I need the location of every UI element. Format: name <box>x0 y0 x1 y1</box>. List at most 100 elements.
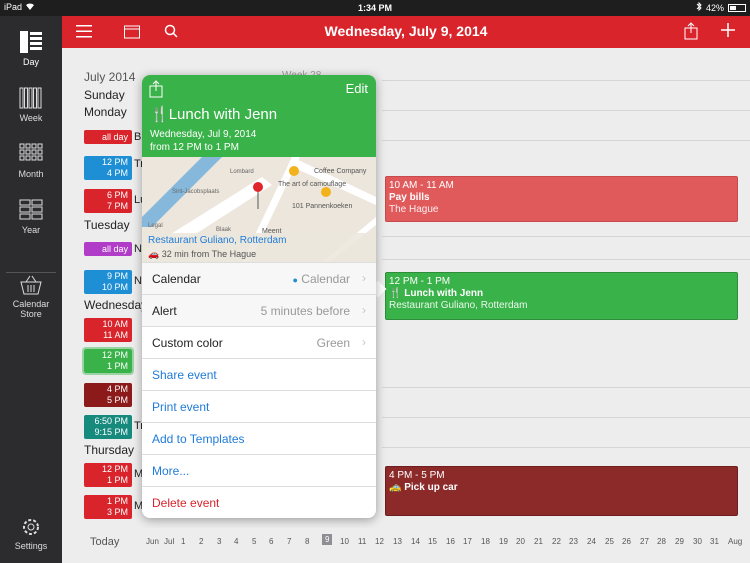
date-tick[interactable]: 26 <box>622 537 631 546</box>
date-tick[interactable]: 17 <box>463 537 472 546</box>
sidebar-item-week[interactable]: Week <box>0 86 62 123</box>
date-tick[interactable]: 5 <box>252 537 256 546</box>
sidebar-item-settings[interactable]: Settings <box>0 516 62 551</box>
sidebar-item-day[interactable]: Day <box>0 30 62 67</box>
event-time-badge[interactable]: 6 PM 7 PM <box>84 189 132 213</box>
date-tick[interactable]: 15 <box>428 537 437 546</box>
today-button[interactable]: Today <box>90 536 119 548</box>
calendar-dot-icon: ● <box>292 275 298 285</box>
event-title: N <box>134 243 142 255</box>
event-pick-up-car[interactable]: 4 PM - 5 PM 🚕 Pick up car <box>385 466 738 516</box>
date-tick[interactable]: Aug <box>728 537 742 546</box>
share-icon[interactable] <box>149 80 163 103</box>
sidebar-item-label: Year <box>21 225 41 235</box>
sidebar-item-calendar-store[interactable]: Calendar Store <box>0 274 62 319</box>
hour-line <box>382 110 750 111</box>
event-time-badge[interactable]: 1 PM 3 PM <box>84 495 132 519</box>
date-tick[interactable]: 14 <box>411 537 420 546</box>
edit-button[interactable]: Edit <box>346 81 368 96</box>
event-time-badge[interactable]: 10 AM 11 AM <box>84 318 132 342</box>
event-time-badge[interactable]: 6:50 PM 9:15 PM <box>84 415 132 439</box>
date-tick[interactable]: 31 <box>710 537 719 546</box>
map-label: The art of camouflage <box>278 181 346 188</box>
date-tick[interactable]: 21 <box>534 537 543 546</box>
day-label: Wednesday <box>84 298 148 312</box>
sidebar-item-month[interactable]: Month <box>0 142 62 179</box>
location-map[interactable]: Coffee Company The art of camouflage 101… <box>142 157 376 262</box>
date-tick[interactable]: 9 <box>322 534 333 545</box>
bluetooth-icon <box>696 1 702 13</box>
date-tick[interactable]: 30 <box>693 537 702 546</box>
sidebar-item-label: Month <box>18 169 44 179</box>
share-event-button[interactable]: Share event <box>152 368 217 382</box>
date-tick[interactable]: 19 <box>499 537 508 546</box>
date-tick[interactable]: 10 <box>340 537 349 546</box>
month-label: July 2014 <box>84 70 136 84</box>
event-time-badge[interactable]: all day <box>84 130 132 144</box>
date-tick[interactable]: 3 <box>217 537 221 546</box>
date-tick[interactable]: 2 <box>199 537 203 546</box>
more-button[interactable]: More... <box>152 464 189 478</box>
share-icon[interactable] <box>684 22 698 45</box>
date-tick[interactable]: 27 <box>640 537 649 546</box>
date-tick[interactable]: Jul <box>164 537 174 546</box>
day-label: Tuesday <box>84 218 130 232</box>
sidebar-divider <box>6 272 56 273</box>
row-value: Calendar <box>301 272 350 286</box>
row-value: Green <box>316 336 350 350</box>
hour-line <box>382 387 750 388</box>
date-tick[interactable]: 6 <box>269 537 273 546</box>
event-lunch-with-jenn[interactable]: 12 PM - 1 PM 🍴 Lunch with Jenn Restauran… <box>385 272 738 320</box>
date-tick[interactable]: Jun <box>146 537 159 546</box>
date-tick[interactable]: 7 <box>287 537 291 546</box>
week-view-icon <box>19 87 42 109</box>
date-tick[interactable]: 29 <box>675 537 684 546</box>
delete-event-row[interactable]: Delete event <box>142 486 376 518</box>
more-row[interactable]: More... <box>142 454 376 486</box>
date-tick[interactable]: 18 <box>481 537 490 546</box>
date-tick[interactable]: 1 <box>181 537 185 546</box>
event-time-badge[interactable]: 12 PM 4 PM <box>84 156 132 180</box>
event-time-badge[interactable]: 4 PM 5 PM <box>84 383 132 407</box>
event-time-badge[interactable]: all day <box>84 242 132 256</box>
date-tick[interactable]: 4 <box>234 537 238 546</box>
event-time-badge[interactable]: 12 PM 1 PM <box>82 347 134 375</box>
add-to-templates-row[interactable]: Add to Templates <box>142 422 376 454</box>
event-time: 10 AM - 11 AM <box>389 180 454 191</box>
print-event-button[interactable]: Print event <box>152 400 209 414</box>
delete-event-button[interactable]: Delete event <box>152 496 219 510</box>
share-event-row[interactable]: Share event <box>142 358 376 390</box>
date-tick[interactable]: 13 <box>393 537 402 546</box>
map-label: 101 Pannenkoeken <box>292 203 352 210</box>
sidebar: Day Week Month Year Calendar Store Setti… <box>0 16 62 563</box>
event-pay-bills[interactable]: 10 AM - 11 AM Pay bills The Hague <box>385 176 738 222</box>
store-basket-icon <box>20 275 42 295</box>
alert-row[interactable]: Alert 5 minutes before › <box>142 294 376 326</box>
date-tick[interactable]: 23 <box>569 537 578 546</box>
date-tick[interactable]: 11 <box>358 537 366 546</box>
print-event-row[interactable]: Print event <box>142 390 376 422</box>
popover-title: Lunch with Jenn <box>168 106 278 123</box>
popover-date: Wednesday, Jul 9, 2014 <box>150 129 257 140</box>
date-tick[interactable]: 25 <box>605 537 614 546</box>
date-tick[interactable]: 12 <box>375 537 384 546</box>
date-tick[interactable]: 22 <box>552 537 561 546</box>
row-label: Calendar <box>152 272 201 286</box>
custom-color-row[interactable]: Custom color Green › <box>142 326 376 358</box>
event-time-badge[interactable]: 12 PM 1 PM <box>84 463 132 487</box>
add-icon[interactable] <box>720 22 736 43</box>
event-location: Restaurant Guliano, Rotterdam <box>389 300 528 311</box>
date-tick[interactable]: 8 <box>305 537 309 546</box>
add-to-templates-button[interactable]: Add to Templates <box>152 432 245 446</box>
date-tick[interactable]: 20 <box>516 537 525 546</box>
event-title: B <box>134 131 142 143</box>
calendar-row[interactable]: Calendar ● Calendar › <box>142 262 376 294</box>
event-time-badge[interactable]: 9 PM 10 PM <box>84 270 132 294</box>
date-tick[interactable]: 16 <box>446 537 455 546</box>
date-tick[interactable]: 28 <box>657 537 666 546</box>
page-title: Wednesday, July 9, 2014 <box>324 23 488 39</box>
sidebar-item-label: Calendar Store <box>12 299 50 319</box>
date-tick[interactable]: 24 <box>587 537 596 546</box>
map-place-link[interactable]: Restaurant Guliano, Rotterdam <box>148 235 286 246</box>
sidebar-item-year[interactable]: Year <box>0 198 62 235</box>
